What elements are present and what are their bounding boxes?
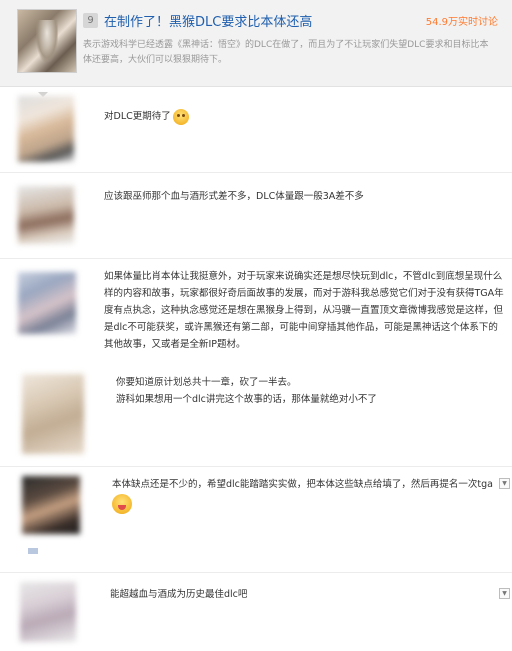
avatar[interactable] (18, 96, 74, 162)
hot-discussion-count: 54.9万实时讨论 (425, 17, 498, 28)
rank-badge: 9 (83, 13, 98, 28)
divider (0, 258, 512, 259)
tongue-emoji-icon (112, 494, 132, 514)
avatar[interactable] (18, 272, 76, 334)
comment-text: 如果体量比肖本体让我挺意外，对于玩家来说确实还是想尽快玩到dlc，不管dlc到底… (104, 271, 504, 350)
avatar[interactable] (22, 476, 80, 534)
comment-text: 本体缺点还是不少的，希望dlc能踏踏实实做，把本体这些缺点给填了，然后再提名一次… (112, 479, 493, 490)
comment-text: 你要知道原计划总共十一章，砍了一半去。 游科如果想用一个dlc讲完这个故事的话，… (116, 377, 377, 405)
divider (0, 572, 512, 573)
smile-emoji-icon (172, 108, 189, 125)
comment-menu-icon[interactable]: ▼ (499, 588, 510, 599)
comment-text: 对DLC更期待了 (104, 108, 189, 125)
topic-title[interactable]: 在制作了！黑猴DLC要求比本体还高 (104, 11, 312, 30)
avatar[interactable] (22, 374, 84, 454)
avatar[interactable] (20, 582, 76, 642)
divider (0, 466, 512, 467)
divider (0, 172, 512, 173)
topic-description: 表示游戏科学已经透露《黑神话：悟空》的DLC在做了，而且为了不让玩家们失望DLC… (83, 40, 489, 65)
avatar[interactable] (18, 186, 74, 244)
topic-header: 9 在制作了！黑猴DLC要求比本体还高 54.9万实时讨论 表示游戏科学已经透露… (0, 0, 512, 87)
comment-text: 应该跟巫师那个血与酒形式差不多，DLC体量跟一般3A差不多 (104, 191, 364, 202)
comment-menu-icon[interactable]: ▼ (499, 478, 510, 489)
user-badge-icon (28, 548, 38, 554)
comment-text: 能超越血与酒成为历史最佳dlc吧 (110, 589, 248, 600)
topic-thumbnail[interactable] (17, 9, 77, 73)
